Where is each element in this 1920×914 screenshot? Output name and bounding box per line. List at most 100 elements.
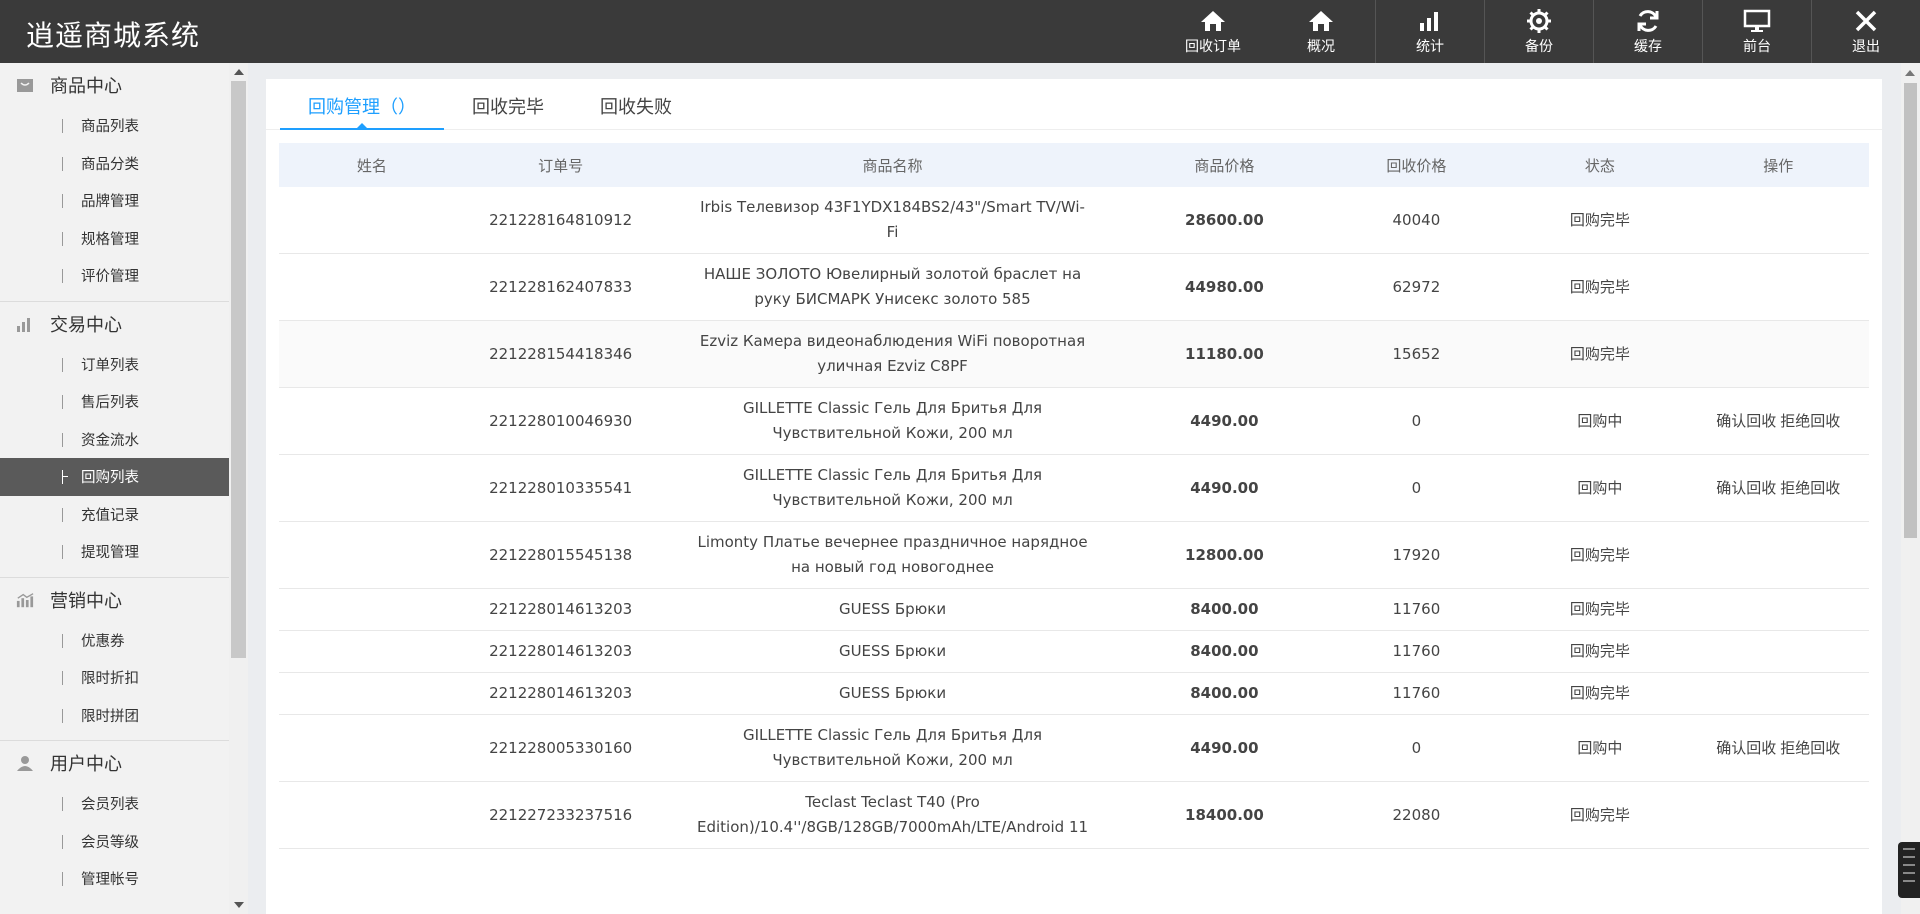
bar-chart-icon (16, 315, 34, 333)
sidebar-group-title[interactable]: 营销中心 (0, 578, 229, 622)
scroll-thumb[interactable] (1904, 83, 1917, 538)
sidebar-item-members[interactable]: 会员列表 (0, 785, 229, 823)
cell-name (279, 253, 465, 321)
cell-order-no: 221228015545138 (464, 521, 657, 589)
cell-price: 4490.00 (1128, 454, 1321, 522)
sidebar-item-flash-discount[interactable]: 限时折扣 (0, 659, 229, 697)
cell-status: 回购完毕 (1512, 588, 1688, 631)
tab-recycle-failed[interactable]: 回收失败 (572, 79, 700, 129)
sidebar-item-aftersale[interactable]: 售后列表 (0, 383, 229, 421)
cell-product: Ezviz Камера видеонаблюдения WiFi поворо… (656, 320, 1129, 388)
scroll-thumb[interactable] (231, 81, 246, 658)
sidebar-group-users: 用户中心 会员列表 会员等级 管理帐号 (0, 741, 229, 904)
sidebar-item-spec[interactable]: 规格管理 (0, 220, 229, 258)
confirm-recycle-button[interactable]: 确认回收 (1716, 412, 1776, 430)
nav-label: 统计 (1416, 39, 1444, 55)
sidebar-item-label: 会员列表 (81, 797, 139, 814)
sidebar-item-group-buy[interactable]: 限时拼团 (0, 697, 229, 735)
cell-name (279, 714, 465, 782)
cell-name (279, 320, 465, 388)
nav-stats[interactable]: 统计 (1376, 0, 1484, 63)
cell-actions: 确认回收 拒绝回收 (1687, 454, 1869, 522)
nav-label: 退出 (1852, 39, 1880, 55)
cell-recycle-price: 40040 (1320, 187, 1513, 254)
sidebar-item-label: 商品列表 (81, 119, 139, 136)
sidebar-group-title[interactable]: 用户中心 (0, 741, 229, 785)
col-header-order-no: 订单号 (464, 143, 657, 187)
col-header-product: 商品名称 (656, 143, 1129, 187)
scroll-down-arrow-icon[interactable] (234, 902, 244, 908)
home-icon (1200, 8, 1226, 34)
cell-status: 回购完毕 (1512, 320, 1688, 388)
reject-recycle-button[interactable]: 拒绝回收 (1780, 739, 1840, 757)
nav-overview[interactable]: 概况 (1267, 0, 1375, 63)
sidebar-item-review[interactable]: 评价管理 (0, 257, 229, 295)
cell-name (279, 672, 465, 715)
sidebar-scrollbar[interactable] (229, 63, 248, 914)
cell-order-no: 221227233237516 (464, 781, 657, 849)
cell-product: Limonty Платье вечернее праздничное наря… (656, 521, 1129, 589)
tab-buyback-manage[interactable]: 回购管理（） (280, 79, 444, 130)
sidebar-item-withdraw[interactable]: 提现管理 (0, 533, 229, 571)
nav-backup[interactable]: 备份 (1485, 0, 1593, 63)
side-widget-handle[interactable] (1898, 842, 1920, 898)
sidebar-item-recharge[interactable]: 充值记录 (0, 496, 229, 534)
cell-product: НАШЕ ЗОЛОТО Ювелирный золотой браслет на… (656, 253, 1129, 321)
cell-name (279, 521, 465, 589)
confirm-recycle-button[interactable]: 确认回收 (1716, 739, 1776, 757)
sidebar-item-coupon[interactable]: 优惠券 (0, 622, 229, 660)
cell-actions (1687, 253, 1869, 321)
nav-cache[interactable]: 缓存 (1594, 0, 1702, 63)
sidebar-group-title[interactable]: 商品中心 (0, 63, 229, 107)
col-header-price: 商品价格 (1128, 143, 1321, 187)
cell-product: GUESS Брюки (656, 672, 1129, 715)
scroll-up-arrow-icon[interactable] (234, 69, 244, 75)
cell-recycle-price: 0 (1320, 454, 1513, 522)
sidebar-group-title[interactable]: 交易中心 (0, 302, 229, 346)
cell-actions (1687, 672, 1869, 715)
sidebar-item-goods-list[interactable]: 商品列表 (0, 107, 229, 145)
sidebar-item-buyback[interactable]: 回购列表 (0, 458, 229, 496)
table-row: 221228162407833 НАШЕ ЗОЛОТО Ювелирный зо… (279, 253, 1869, 321)
cell-actions (1687, 187, 1869, 254)
cell-order-no: 221228164810912 (464, 187, 657, 254)
cell-product: GILLETTE Classic Гель Для Бритья Для Чув… (656, 714, 1129, 782)
home-icon (1308, 8, 1334, 34)
sidebar-item-brand[interactable]: 品牌管理 (0, 182, 229, 220)
cell-actions (1687, 630, 1869, 673)
sidebar-item-label: 售后列表 (81, 395, 139, 412)
sidebar-item-goods-category[interactable]: 商品分类 (0, 145, 229, 183)
nav-recycle-orders[interactable]: 回收订单 (1159, 0, 1267, 63)
cell-price: 8400.00 (1128, 672, 1321, 715)
col-header-name: 姓名 (279, 143, 465, 187)
nav-logout[interactable]: 退出 (1812, 0, 1920, 63)
scroll-up-arrow-icon[interactable] (1905, 70, 1915, 76)
reject-recycle-button[interactable]: 拒绝回收 (1780, 479, 1840, 497)
sidebar-item-orders[interactable]: 订单列表 (0, 346, 229, 384)
page-scrollbar[interactable] (1901, 63, 1920, 914)
sidebar-item-cashflow[interactable]: 资金流水 (0, 421, 229, 459)
nav-label: 备份 (1525, 39, 1553, 55)
cell-actions (1687, 521, 1869, 589)
sidebar-item-member-level[interactable]: 会员等级 (0, 823, 229, 861)
table-row: 221228010335541 GILLETTE Classic Гель Дл… (279, 454, 1869, 522)
nav-label: 缓存 (1634, 39, 1662, 55)
confirm-recycle-button[interactable]: 确认回收 (1716, 479, 1776, 497)
cell-status: 回购中 (1512, 714, 1688, 782)
cell-name (279, 630, 465, 673)
sidebar-item-label: 优惠券 (81, 633, 125, 650)
reject-recycle-button[interactable]: 拒绝回收 (1780, 412, 1840, 430)
sidebar-group-trade: 交易中心 订单列表 售后列表 资金流水 回购列表 充值记录 提现管理 (0, 302, 229, 578)
top-bar: 逍遥商城系统 回收订单 概况 统计 备份 缓存 前台 退出 (0, 0, 1920, 63)
sidebar-item-admin-accounts[interactable]: 管理帐号 (0, 860, 229, 898)
cell-recycle-price: 17920 (1320, 521, 1513, 589)
sidebar-item-label: 提现管理 (81, 545, 139, 562)
cell-product: GUESS Брюки (656, 588, 1129, 631)
cell-recycle-price: 0 (1320, 387, 1513, 455)
cell-recycle-price: 11760 (1320, 630, 1513, 673)
cell-status: 回购中 (1512, 387, 1688, 455)
table-row: 221228014613203 GUESS Брюки 8400.00 1176… (279, 630, 1869, 673)
nav-frontend[interactable]: 前台 (1703, 0, 1811, 63)
tab-recycle-done[interactable]: 回收完毕 (444, 79, 572, 129)
cell-actions (1687, 781, 1869, 849)
